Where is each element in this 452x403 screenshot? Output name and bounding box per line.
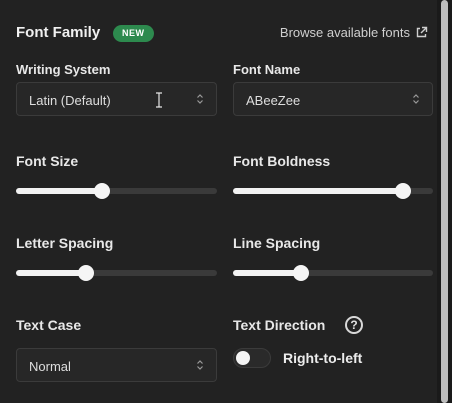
writing-system-select[interactable]: Latin (Default) [16, 82, 217, 116]
right-to-left-toggle[interactable] [233, 348, 271, 368]
font-name-label: Font Name [233, 62, 301, 77]
slider-thumb[interactable] [395, 183, 411, 199]
writing-system-value: Latin (Default) [29, 93, 111, 108]
text-case-value: Normal [29, 359, 71, 374]
question-circle-icon[interactable]: ? [345, 316, 363, 334]
letter-spacing-slider[interactable] [16, 265, 217, 281]
text-case-select[interactable]: Normal [16, 348, 217, 382]
chevron-up-down-icon [197, 360, 203, 370]
letter-spacing-label: Letter Spacing [16, 235, 114, 251]
scrollbar-thumb[interactable] [441, 0, 448, 403]
text-cursor-icon [156, 92, 162, 108]
font-name-value: ABeeZee [246, 93, 301, 108]
external-link-icon [416, 26, 428, 38]
font-settings-panel: Font Family NEW Browse available fonts W… [0, 0, 437, 403]
writing-system-label: Writing System [16, 62, 111, 77]
font-family-header: Font Family NEW Browse available fonts [16, 22, 428, 46]
text-case-label: Text Case [16, 317, 82, 333]
text-direction-label: Text Direction [233, 317, 326, 333]
font-boldness-slider[interactable] [233, 183, 433, 199]
font-size-label: Font Size [16, 153, 79, 169]
browse-fonts-link[interactable]: Browse available fonts [280, 25, 428, 40]
chevron-up-down-icon [197, 94, 203, 104]
slider-thumb[interactable] [78, 265, 95, 281]
section-title: Font Family [16, 24, 101, 41]
slider-fill [16, 188, 103, 194]
slider-thumb[interactable] [94, 183, 111, 199]
chevron-up-down-icon [413, 94, 419, 104]
right-to-left-label: Right-to-left [283, 350, 363, 366]
slider-fill [233, 270, 301, 276]
scrollbar[interactable] [437, 0, 452, 403]
slider-thumb[interactable] [293, 265, 309, 281]
font-boldness-label: Font Boldness [233, 153, 331, 169]
browse-fonts-label: Browse available fonts [279, 25, 410, 40]
font-name-select[interactable]: ABeeZee [233, 82, 433, 116]
font-size-slider[interactable] [16, 183, 217, 199]
slider-fill [16, 270, 87, 276]
line-spacing-label: Line Spacing [233, 235, 321, 251]
slider-fill [233, 188, 403, 194]
toggle-knob [236, 351, 250, 365]
new-badge: NEW [113, 25, 154, 42]
line-spacing-slider[interactable] [233, 265, 433, 281]
